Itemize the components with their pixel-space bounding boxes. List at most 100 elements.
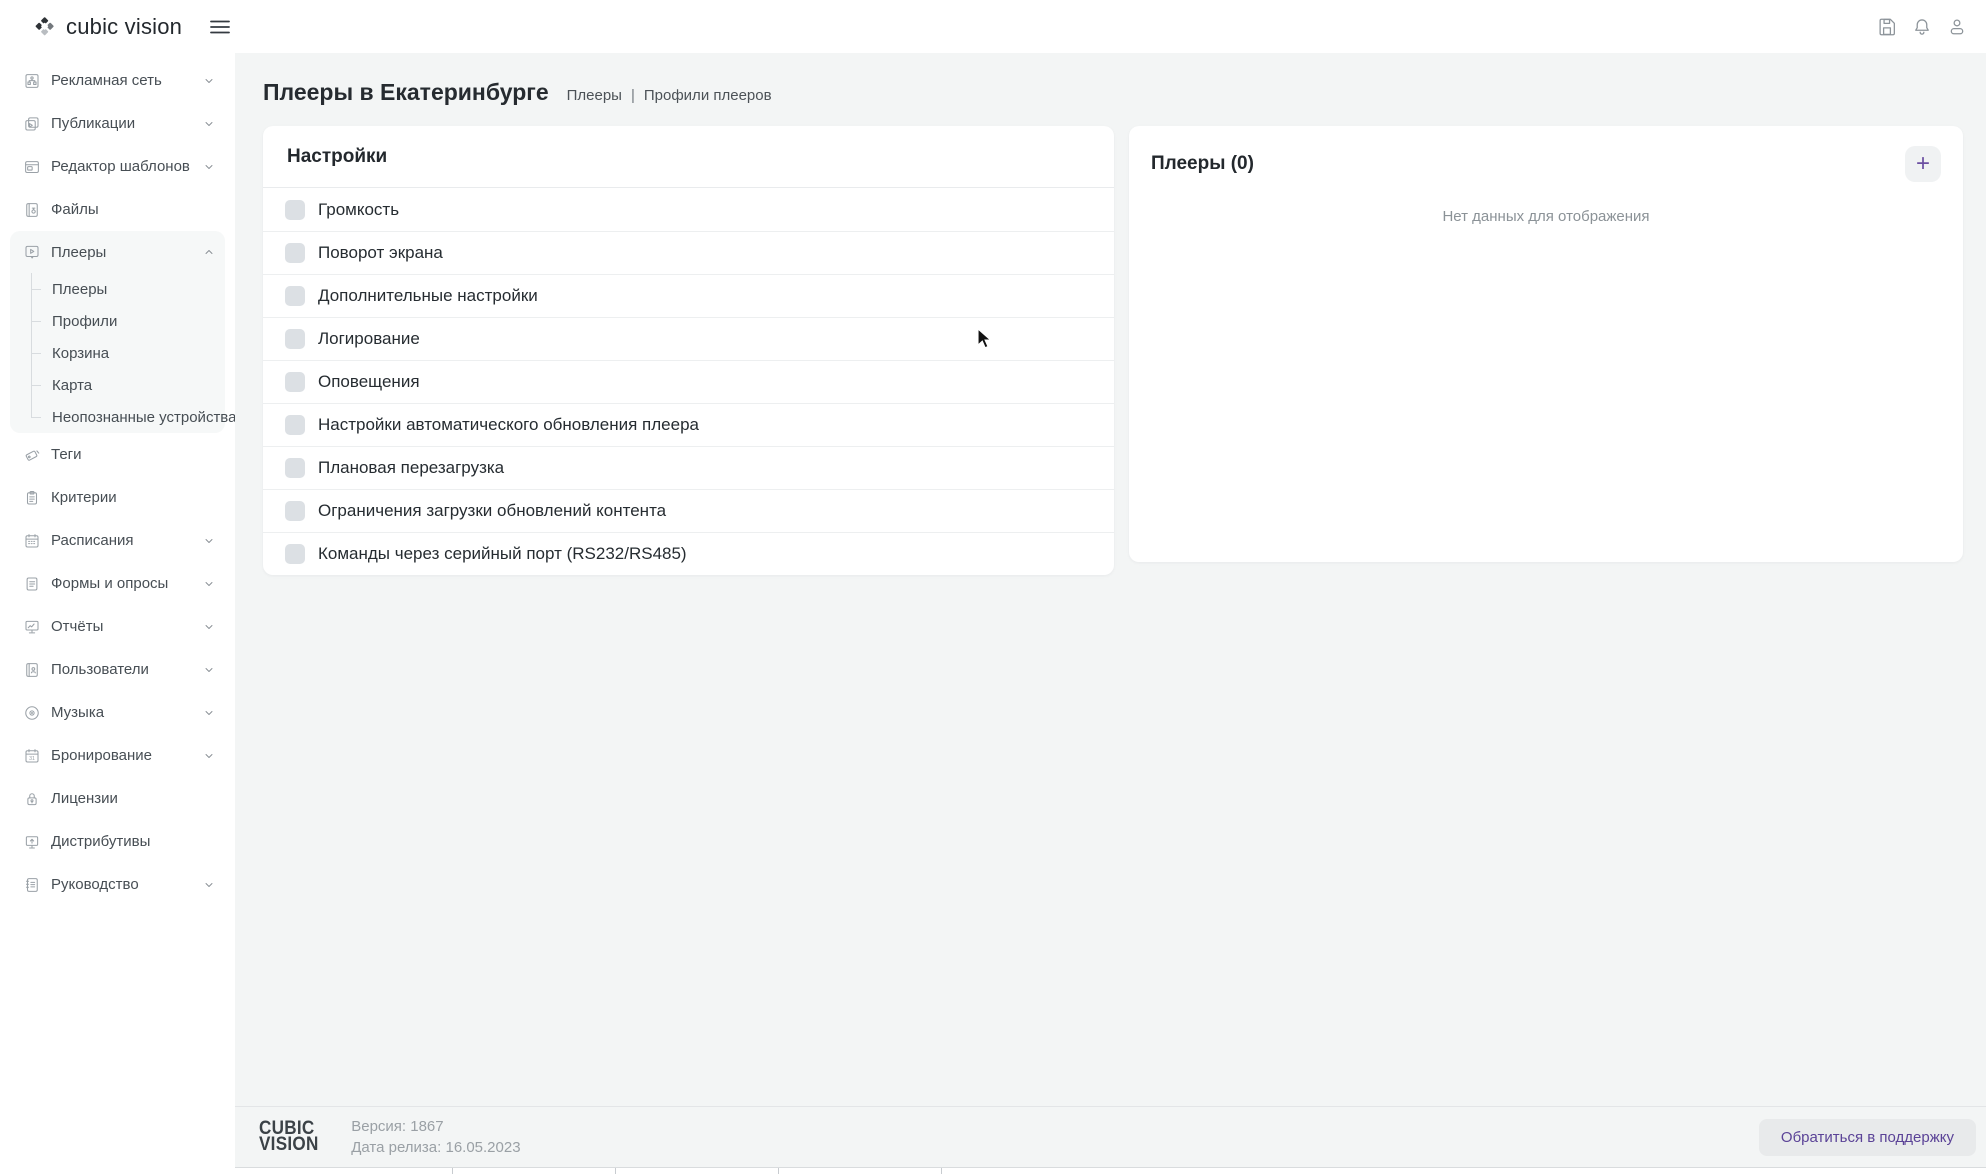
strip-tick bbox=[615, 1168, 616, 1174]
sidebar-subitem-karta[interactable]: Карта bbox=[10, 369, 225, 401]
sidebar-item-rukovodstvo[interactable]: Руководство bbox=[0, 863, 235, 906]
checkbox[interactable] bbox=[285, 286, 305, 306]
checkbox[interactable] bbox=[285, 329, 305, 349]
header-actions bbox=[1876, 16, 1968, 38]
footer: CUBIC VISION Версия: 1867 Дата релиза: 1… bbox=[235, 1106, 1986, 1167]
settings-row: Дополнительные настройки bbox=[263, 274, 1114, 317]
sidebar-item-tegi[interactable]: Теги bbox=[0, 433, 235, 476]
checkbox[interactable] bbox=[285, 200, 305, 220]
sidebar-item-bronirovanie[interactable]: 31Бронирование bbox=[0, 734, 235, 777]
svg-text:31: 31 bbox=[29, 755, 35, 761]
network-icon bbox=[23, 72, 41, 90]
sidebar-subitem-neopoznannye-ustrojstva[interactable]: Неопознанные устройства bbox=[10, 401, 225, 433]
sidebar-item-otchyoty[interactable]: Отчёты bbox=[0, 605, 235, 648]
bell-icon bbox=[1911, 16, 1933, 38]
footer-meta: Версия: 1867 Дата релиза: 16.05.2023 bbox=[351, 1116, 520, 1158]
players-panel-header: Плееры (0) + bbox=[1151, 146, 1941, 182]
settings-row: Команды через серийный порт (RS232/RS485… bbox=[263, 532, 1114, 575]
chevron-down-icon bbox=[203, 707, 215, 719]
publications-icon bbox=[23, 115, 41, 133]
user-button[interactable] bbox=[1946, 16, 1968, 38]
players-panel-title: Плееры (0) bbox=[1151, 153, 1254, 175]
chevron-down-icon bbox=[203, 75, 215, 87]
checkbox[interactable] bbox=[285, 243, 305, 263]
breadcrumb-separator: | bbox=[631, 87, 635, 104]
sidebar-item-formy-i-oprosy[interactable]: Формы и опросы bbox=[0, 562, 235, 605]
sidebar-item-pleery[interactable]: Плееры bbox=[10, 231, 225, 273]
sidebar-item-muzyka[interactable]: Музыка bbox=[0, 691, 235, 734]
breadcrumb: Плееры | Профили плееров bbox=[567, 87, 772, 104]
sidebar: Рекламная сетьПубликацииРедактор шаблоно… bbox=[0, 53, 235, 1174]
players-icon bbox=[23, 243, 41, 261]
footer-release-date: Дата релиза: 16.05.2023 bbox=[351, 1137, 520, 1158]
chevron-down-icon bbox=[203, 664, 215, 676]
hamburger-menu-button[interactable] bbox=[208, 15, 232, 39]
sidebar-item-reklamnaya-set[interactable]: Рекламная сеть bbox=[0, 59, 235, 102]
booking-icon: 31 bbox=[23, 747, 41, 765]
sidebar-item-fajly[interactable]: Файлы bbox=[0, 188, 235, 231]
checkbox[interactable] bbox=[285, 415, 305, 435]
breadcrumb-item-player-profiles[interactable]: Профили плееров bbox=[644, 87, 772, 104]
user-icon bbox=[1946, 16, 1968, 38]
settings-row: Поворот экрана bbox=[263, 231, 1114, 274]
bell-button[interactable] bbox=[1911, 16, 1933, 38]
support-button[interactable]: Обратиться в поддержку bbox=[1759, 1119, 1976, 1156]
breadcrumb-item-players[interactable]: Плееры bbox=[567, 87, 622, 104]
settings-row: Плановая перезагрузка bbox=[263, 446, 1114, 489]
bottom-strip bbox=[235, 1167, 1986, 1174]
sidebar-item-publikacii[interactable]: Публикации bbox=[0, 102, 235, 145]
settings-row: Ограничения загрузки обновлений контента bbox=[263, 489, 1114, 532]
sidebar-item-polzovateli[interactable]: Пользователи bbox=[0, 648, 235, 691]
checkbox[interactable] bbox=[285, 458, 305, 478]
sidebar-nav: Рекламная сетьПубликацииРедактор шаблоно… bbox=[0, 59, 235, 906]
manual-icon bbox=[23, 876, 41, 894]
files-icon bbox=[23, 201, 41, 219]
checkbox[interactable] bbox=[285, 544, 305, 564]
settings-row: Настройки автоматического обновления пле… bbox=[263, 403, 1114, 446]
sidebar-item-kriterii[interactable]: Критерии bbox=[0, 476, 235, 519]
save-button[interactable] bbox=[1876, 16, 1898, 38]
sidebar-item-distributivy[interactable]: Дистрибутивы bbox=[0, 820, 235, 863]
settings-row: Оповещения bbox=[263, 360, 1114, 403]
settings-row: Логирование bbox=[263, 317, 1114, 360]
brand-logo-text: cubic vision bbox=[66, 14, 182, 40]
app-header: cubic vision bbox=[0, 0, 1986, 53]
players-panel: Плееры (0) + Нет данных для отображения bbox=[1129, 126, 1963, 562]
settings-panel-title: Настройки bbox=[263, 126, 1114, 188]
save-icon bbox=[1876, 16, 1898, 38]
screen: cubic vision Рекламная сетьПубликацииРед… bbox=[0, 0, 1986, 1174]
chevron-down-icon bbox=[203, 535, 215, 547]
license-icon bbox=[23, 790, 41, 808]
music-icon bbox=[23, 704, 41, 722]
hamburger-icon bbox=[208, 15, 232, 39]
settings-row: Громкость bbox=[263, 188, 1114, 231]
sidebar-item-redaktor-shablonov[interactable]: Редактор шаблонов bbox=[0, 145, 235, 188]
chevron-up-icon bbox=[203, 246, 215, 258]
chevron-down-icon bbox=[203, 750, 215, 762]
footer-version: Версия: 1867 bbox=[351, 1116, 520, 1137]
checkbox[interactable] bbox=[285, 372, 305, 392]
add-player-button[interactable]: + bbox=[1905, 146, 1941, 182]
chevron-down-icon bbox=[203, 118, 215, 130]
chevron-down-icon bbox=[203, 161, 215, 173]
sidebar-subitem-profili[interactable]: Профили bbox=[10, 305, 225, 337]
footer-logo: CUBIC VISION bbox=[259, 1121, 319, 1154]
footer-logo-line2: VISION bbox=[259, 1137, 319, 1154]
page-title: Плееры в Екатеринбурге bbox=[263, 79, 549, 106]
schedule-icon bbox=[23, 532, 41, 550]
chevron-down-icon bbox=[203, 621, 215, 633]
sidebar-subitem-korzina[interactable]: Корзина bbox=[10, 337, 225, 369]
checkbox[interactable] bbox=[285, 501, 305, 521]
sidebar-item-raspisaniya[interactable]: Расписания bbox=[0, 519, 235, 562]
users-icon bbox=[23, 661, 41, 679]
chevron-down-icon bbox=[203, 879, 215, 891]
criteria-icon bbox=[23, 489, 41, 507]
app-body: Рекламная сетьПубликацииРедактор шаблоно… bbox=[0, 53, 1986, 1174]
sidebar-subitem-pleery[interactable]: Плееры bbox=[10, 273, 225, 305]
sidebar-item-licenzii[interactable]: Лицензии bbox=[0, 777, 235, 820]
forms-icon bbox=[23, 575, 41, 593]
tags-icon bbox=[23, 446, 41, 464]
settings-list: ГромкостьПоворот экранаДополнительные на… bbox=[263, 188, 1114, 575]
template-icon bbox=[23, 158, 41, 176]
brand: cubic vision bbox=[34, 14, 182, 40]
